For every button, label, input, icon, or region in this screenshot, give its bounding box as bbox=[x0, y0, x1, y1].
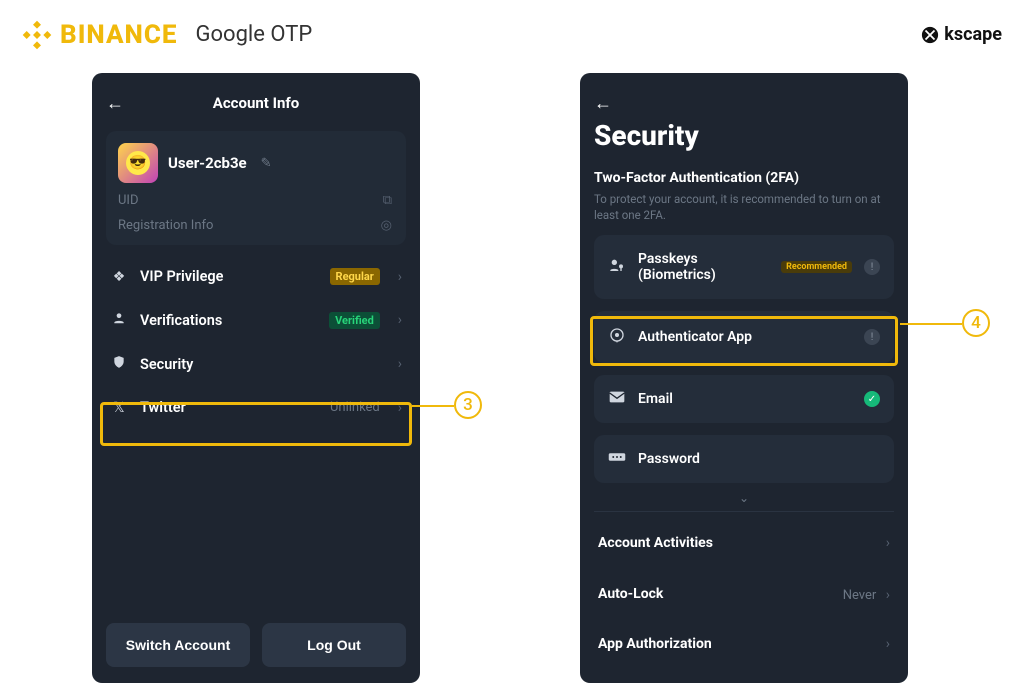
chevron-right-icon: › bbox=[398, 356, 402, 372]
2fa-description: To protect your account, it is recommend… bbox=[594, 192, 894, 223]
shield-icon bbox=[110, 355, 128, 373]
eye-icon[interactable]: ◎ bbox=[381, 218, 392, 233]
registration-label: Registration Info bbox=[118, 218, 213, 233]
expand-caret-icon[interactable]: ⌄ bbox=[594, 491, 894, 505]
autolock-value: Never bbox=[843, 588, 877, 603]
chevron-right-icon: › bbox=[882, 587, 890, 603]
chevron-right-icon: › bbox=[886, 636, 890, 652]
logout-button[interactable]: Log Out bbox=[262, 623, 406, 667]
row-auto-lock[interactable]: Auto-Lock Never › bbox=[594, 567, 894, 619]
row-email[interactable]: Email ✓ bbox=[594, 375, 894, 423]
user-name: User-2cb3e bbox=[168, 154, 247, 172]
email-icon bbox=[608, 391, 626, 407]
person-icon bbox=[110, 311, 128, 329]
top-bar: BINANCE Google OTP kscape bbox=[0, 0, 1024, 55]
user-card: 😎 User-2cb3e ✎ UID ⧉ Registration Info ◎ bbox=[106, 131, 406, 245]
binance-icon bbox=[22, 20, 52, 50]
vip-tag: Regular bbox=[330, 268, 380, 285]
avatar[interactable]: 😎 bbox=[118, 143, 158, 183]
screen-title: Account Info bbox=[106, 94, 406, 112]
verified-tag: Verified bbox=[329, 312, 380, 329]
row-password[interactable]: Password bbox=[594, 435, 894, 483]
chevron-right-icon: › bbox=[886, 535, 890, 551]
x-icon: 𝕏 bbox=[110, 400, 128, 416]
kscape-icon bbox=[921, 26, 939, 44]
account-info-screen: ← Account Info 😎 User-2cb3e ✎ UID ⧉ Regi… bbox=[92, 73, 420, 683]
row-vip[interactable]: ❖ VIP Privilege Regular › bbox=[106, 255, 406, 298]
watermark: kscape bbox=[921, 24, 1002, 45]
switch-account-button[interactable]: Switch Account bbox=[106, 623, 250, 667]
row-security[interactable]: Security › bbox=[106, 342, 406, 386]
row-passkeys[interactable]: Passkeys (Biometrics) Recommended ! bbox=[594, 235, 894, 299]
authenticator-icon bbox=[608, 327, 626, 347]
row-twitter[interactable]: 𝕏 Twitter Unlinked › bbox=[106, 386, 406, 429]
status-enabled-icon: ✓ bbox=[864, 391, 880, 407]
edit-icon[interactable]: ✎ bbox=[261, 156, 272, 171]
row-account-activities[interactable]: Account Activities › bbox=[594, 518, 894, 567]
brand-text: BINANCE bbox=[60, 20, 177, 50]
passkeys-icon bbox=[608, 257, 626, 277]
security-screen: ← Security Two-Factor Authentication (2F… bbox=[580, 73, 908, 683]
callout-number-4: 4 bbox=[962, 309, 990, 337]
callout-number-3: 3 bbox=[454, 391, 482, 419]
diamond-icon: ❖ bbox=[110, 269, 128, 285]
uid-label: UID bbox=[118, 193, 139, 208]
chevron-right-icon: › bbox=[398, 312, 402, 328]
recommended-badge: Recommended bbox=[781, 261, 852, 273]
twitter-status: Unlinked bbox=[330, 400, 380, 415]
copy-icon[interactable]: ⧉ bbox=[383, 193, 392, 208]
callout-line-3 bbox=[412, 405, 454, 407]
row-verifications[interactable]: Verifications Verified › bbox=[106, 298, 406, 342]
status-unset-icon: ! bbox=[864, 259, 880, 275]
callout-line-4 bbox=[900, 323, 962, 325]
binance-logo: BINANCE bbox=[22, 20, 177, 50]
row-authenticator[interactable]: Authenticator App ! bbox=[594, 311, 894, 363]
password-icon bbox=[608, 451, 626, 467]
security-title: Security bbox=[594, 119, 894, 152]
page-subtitle: Google OTP bbox=[195, 22, 312, 47]
row-app-authorization[interactable]: App Authorization › bbox=[594, 619, 894, 668]
2fa-heading: Two-Factor Authentication (2FA) bbox=[594, 170, 894, 186]
chevron-right-icon: › bbox=[398, 400, 402, 416]
chevron-right-icon: › bbox=[398, 269, 402, 285]
back-icon[interactable]: ← bbox=[594, 93, 612, 114]
status-unset-icon: ! bbox=[864, 329, 880, 345]
